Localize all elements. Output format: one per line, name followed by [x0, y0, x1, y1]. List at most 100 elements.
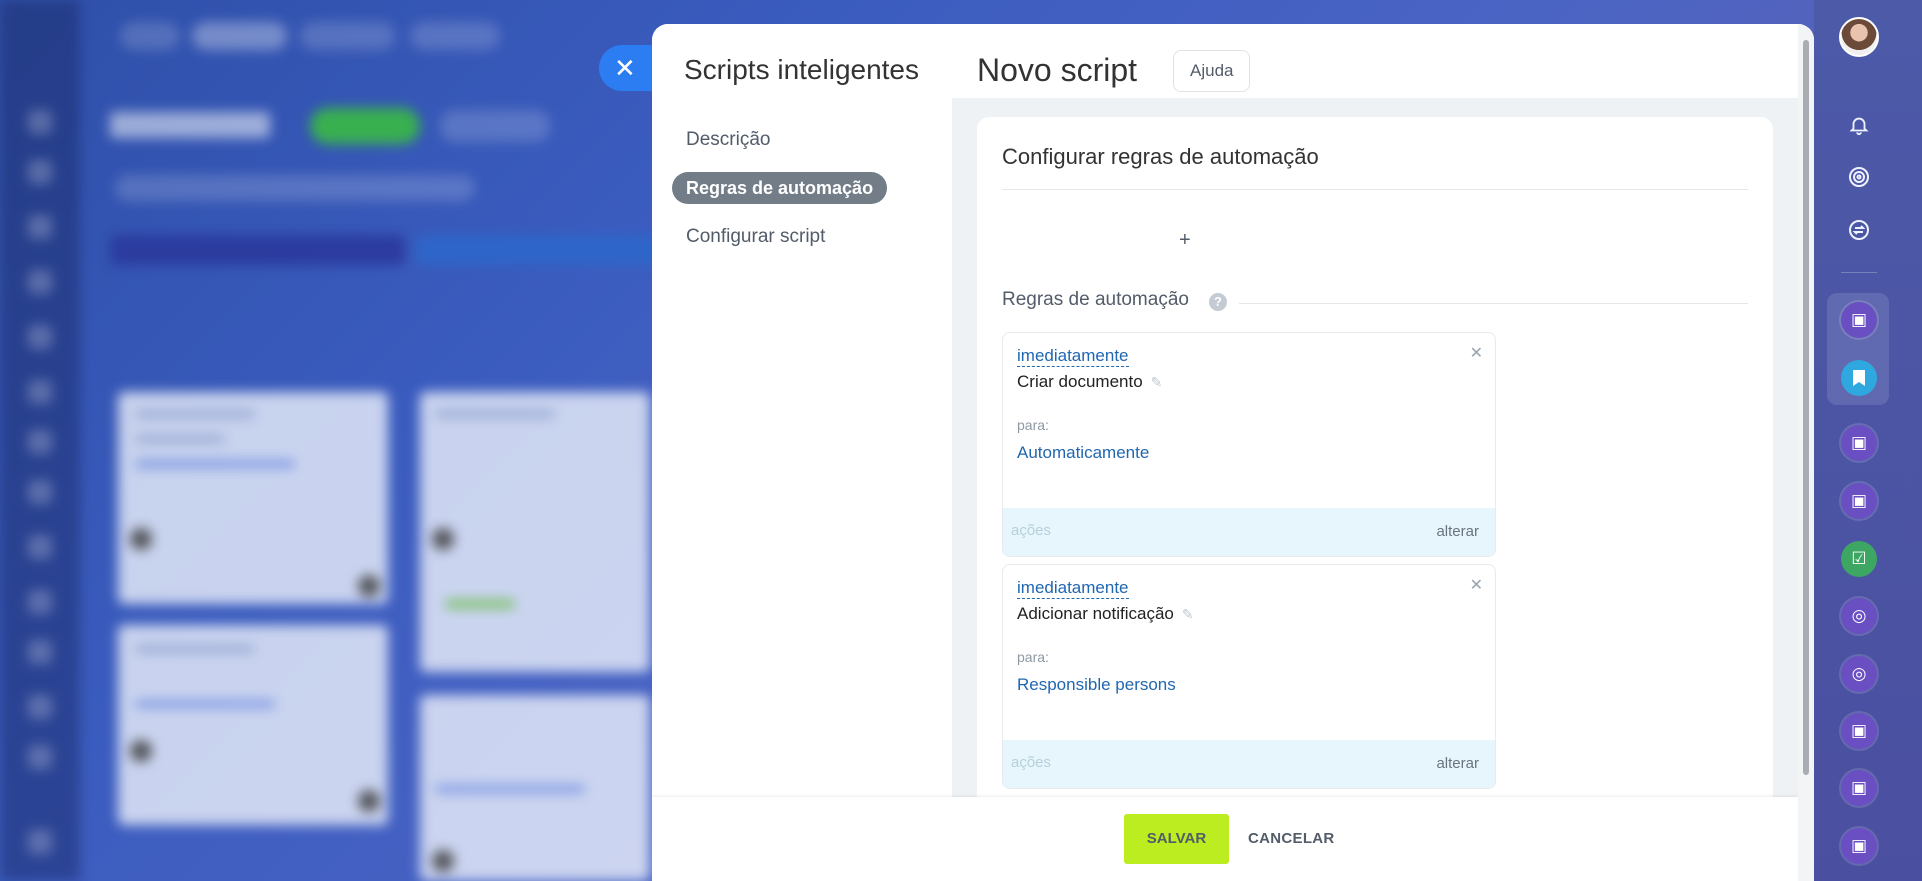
background-card — [420, 392, 650, 672]
contact-card-icon[interactable]: ▣ — [1841, 713, 1877, 749]
contact-card-icon[interactable]: ▣ — [1841, 483, 1877, 519]
section-divider — [1239, 303, 1748, 304]
section-label: Regras de automação — [1002, 289, 1189, 310]
chat-icon[interactable]: ◎ — [1841, 598, 1877, 634]
rule-target-link[interactable]: Responsible persons — [1017, 675, 1176, 695]
content-header: Novo script Ajuda — [952, 24, 1814, 98]
contact-card-icon[interactable]: ▣ — [1841, 770, 1877, 806]
background-line — [135, 460, 295, 468]
background-dot — [130, 740, 152, 762]
background-pill — [192, 22, 287, 50]
rule-footer: ações alterar — [1003, 508, 1495, 556]
rule-timing-link[interactable]: imediatamente — [1017, 346, 1129, 367]
bookmark-icon[interactable] — [1841, 360, 1877, 396]
background-line — [435, 410, 555, 418]
bell-icon[interactable] — [1841, 107, 1877, 143]
help-question-icon[interactable]: ? — [1209, 293, 1227, 311]
slider-content: Novo script Ajuda Configurar regras de a… — [952, 24, 1814, 881]
background-column-head — [415, 235, 665, 265]
target-icon[interactable] — [1841, 159, 1877, 195]
scrollbar-thumb[interactable] — [1803, 40, 1809, 775]
rule-delete-icon[interactable]: ✕ — [1470, 343, 1483, 363]
background-pill — [440, 110, 550, 142]
background-green-button — [310, 108, 420, 144]
contact-card-icon[interactable]: ▣ — [1841, 828, 1877, 864]
background-pill — [410, 22, 500, 50]
checkbox-icon[interactable]: ☑ — [1841, 541, 1877, 577]
chat-icon[interactable]: ◎ — [1841, 656, 1877, 692]
rule-name-text: Adicionar notificação — [1017, 604, 1174, 623]
background-rail-icon — [28, 160, 52, 184]
background-rail-icon — [28, 745, 52, 769]
background-rail-icon — [28, 380, 52, 404]
background-line — [135, 435, 225, 443]
background-rail-icon — [28, 270, 52, 294]
rule-for-label: para: — [1017, 649, 1049, 665]
background-pill — [120, 22, 180, 50]
background-rail-icon — [28, 480, 52, 504]
background-column-head — [110, 235, 405, 265]
background-line — [435, 785, 585, 793]
close-slider-button[interactable]: ✕ — [599, 45, 659, 91]
slider-footer: SALVAR CANCELAR — [652, 797, 1798, 881]
automation-rule-card: imediatamente ✕ Adicionar notificação ✎ … — [1002, 564, 1496, 789]
rule-change-link[interactable]: alterar — [1436, 755, 1479, 772]
background-rail-icon — [28, 695, 52, 719]
rule-actions-label: ações — [1011, 754, 1052, 771]
rule-change-link[interactable]: alterar — [1436, 523, 1479, 540]
contact-card-icon[interactable]: ▣ — [1841, 302, 1877, 338]
rule-actions-label: ações — [1011, 522, 1052, 539]
background-rail-icon — [28, 430, 52, 454]
background-rail-icon — [28, 325, 52, 349]
nav-item-configure-script[interactable]: Configurar script — [672, 221, 839, 253]
rail-divider — [1841, 272, 1877, 273]
rule-target-link[interactable]: Automaticamente — [1017, 443, 1149, 463]
user-avatar[interactable] — [1839, 17, 1879, 57]
slider-left-nav: Scripts inteligentes Descrição Regras de… — [652, 24, 952, 881]
pencil-icon[interactable]: ✎ — [1151, 374, 1163, 391]
background-dot — [432, 528, 454, 550]
nav-item-automation-rules[interactable]: Regras de automação — [672, 172, 888, 204]
background-rail-icon — [28, 110, 52, 134]
background-rail-icon — [28, 830, 52, 854]
rule-for-label: para: — [1017, 417, 1049, 433]
background-line — [445, 600, 515, 608]
background-title — [110, 112, 270, 138]
nav-item-description[interactable]: Descrição — [672, 124, 784, 156]
background-rail-icon — [28, 640, 52, 664]
rule-name: Adicionar notificação ✎ — [1017, 604, 1194, 624]
help-button[interactable]: Ajuda — [1173, 50, 1251, 92]
background-card — [118, 625, 388, 825]
pencil-icon[interactable]: ✎ — [1182, 606, 1194, 623]
background-line — [135, 700, 275, 708]
background-pill — [115, 175, 475, 201]
background-rail-icon — [28, 590, 52, 614]
background-line — [135, 645, 255, 653]
automation-rule-card: imediatamente ✕ Criar documento ✎ para: … — [1002, 332, 1496, 557]
save-button[interactable]: SALVAR — [1124, 814, 1229, 864]
close-icon: ✕ — [614, 52, 636, 83]
rule-footer: ações alterar — [1003, 740, 1495, 788]
cancel-button[interactable]: CANCELAR — [1248, 814, 1335, 864]
rule-timing-link[interactable]: imediatamente — [1017, 578, 1129, 599]
automation-card: Configurar regras de automação + Regras … — [977, 117, 1773, 881]
rule-name: Criar documento ✎ — [1017, 372, 1162, 392]
background-pill — [300, 22, 395, 50]
background-dot — [130, 528, 152, 550]
contact-card-icon[interactable]: ▣ — [1841, 425, 1877, 461]
add-rule-button[interactable]: + — [1179, 229, 1191, 252]
rule-name-text: Criar documento — [1017, 372, 1143, 391]
background-dot — [358, 575, 380, 597]
background-line — [135, 410, 255, 418]
card-divider — [1002, 189, 1748, 190]
background-dot — [358, 790, 380, 812]
page-title: Novo script — [977, 52, 1138, 88]
rule-delete-icon[interactable]: ✕ — [1470, 575, 1483, 595]
scripts-slider-panel: Scripts inteligentes Descrição Regras de… — [652, 24, 1814, 881]
sync-icon[interactable] — [1841, 212, 1877, 248]
slider-title: Scripts inteligentes — [684, 54, 920, 85]
background-dot — [432, 850, 454, 872]
card-title: Configurar regras de automação — [1002, 144, 1319, 169]
background-card — [118, 392, 388, 604]
background-rail-icon — [28, 535, 52, 559]
